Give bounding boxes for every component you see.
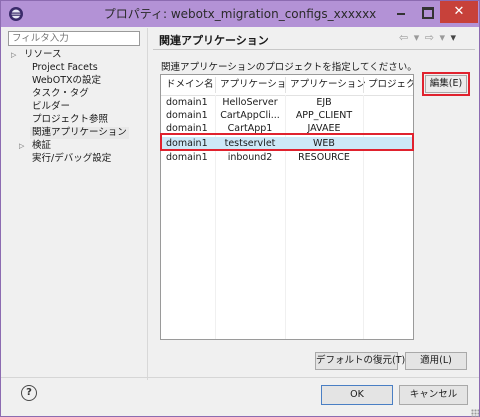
view-menu-icon[interactable]: ▾	[450, 31, 457, 44]
tree-item-project-references[interactable]: プロジェクト参照	[32, 114, 108, 126]
tree-item-label: Project Facets	[32, 62, 98, 73]
tree-item-webotx-settings[interactable]: WebOTXの設定	[32, 75, 101, 87]
column-header-project[interactable]: プロジェク...	[368, 75, 413, 95]
cell-application: CartAppCli...	[220, 110, 280, 121]
cell-domain: domain1	[166, 110, 208, 121]
cell-application-type: EJB	[316, 97, 332, 108]
selected-row-highlight-box	[160, 133, 414, 151]
tree-item-validation[interactable]: ▷ 検証	[19, 140, 52, 152]
table-row[interactable]: domain1 HelloServer EJB	[161, 96, 413, 109]
cell-domain: domain1	[166, 97, 208, 108]
cell-project	[368, 96, 412, 109]
back-forward-icon[interactable]: ⇦ ▾ ⇨ ▾	[399, 31, 446, 44]
related-applications-table[interactable]: ドメイン名 アプリケーショ... アプリケーションタ... プロジェク... d…	[160, 74, 414, 340]
cell-application: HelloServer	[222, 97, 278, 108]
column-divider[interactable]	[285, 77, 286, 93]
cell-application-type: APP_CLIENT	[295, 110, 353, 121]
expand-arrow-icon[interactable]: ▷	[11, 49, 16, 61]
tree-item-run-debug-settings[interactable]: 実行/デバッグ設定	[32, 153, 111, 165]
expand-arrow-icon[interactable]: ▷	[19, 140, 24, 152]
column-header-domain[interactable]: ドメイン名	[166, 75, 214, 95]
tree-item-project-facets[interactable]: Project Facets	[32, 62, 98, 74]
table-row[interactable]: domain1 CartAppCli... APP_CLIENT	[161, 109, 413, 122]
sash-divider[interactable]	[147, 28, 148, 380]
column-divider[interactable]	[215, 77, 216, 93]
apply-button[interactable]: 適用(L)	[405, 352, 467, 370]
page-nav-arrows[interactable]: ⇦ ▾ ⇨ ▾ ▾	[399, 31, 457, 44]
help-icon[interactable]: ?	[21, 385, 37, 401]
tree-item-label: プロジェクト参照	[32, 114, 109, 125]
title-bar[interactable]: プロパティ: webotx_migration_configs_xxxxxx ✕	[1, 1, 479, 27]
tree-item-label: 関連アプリケーション	[32, 127, 127, 138]
ok-button[interactable]: OK	[321, 385, 393, 405]
resize-grip-icon[interactable]	[471, 409, 479, 417]
column-header-application[interactable]: アプリケーショ...	[220, 75, 286, 95]
minimize-button[interactable]	[388, 1, 414, 23]
tree-item-label: 実行/デバッグ設定	[32, 153, 112, 164]
tree-item-related-applications[interactable]: 関連アプリケーション	[30, 127, 129, 139]
cell-project	[368, 109, 412, 122]
properties-dialog: プロパティ: webotx_migration_configs_xxxxxx ✕…	[0, 0, 480, 417]
maximize-button[interactable]	[414, 1, 440, 23]
cell-application: inbound2	[227, 152, 273, 163]
tree-item-label: WebOTXの設定	[32, 75, 102, 86]
filter-input[interactable]	[8, 31, 140, 46]
tree-item-label: ビルダー	[32, 101, 71, 112]
tree-item-label: 検証	[32, 140, 52, 151]
cell-project	[368, 151, 412, 164]
tree-item-resource[interactable]: ▷ リソース	[11, 49, 62, 61]
cancel-button[interactable]: キャンセル	[399, 385, 468, 405]
tree-item-task-tags[interactable]: タスク・タグ	[32, 88, 89, 100]
edit-button[interactable]: 編集(E)	[425, 75, 467, 93]
close-button[interactable]: ✕	[440, 1, 478, 23]
tree-item-label: リソース	[24, 49, 62, 60]
cell-domain: domain1	[166, 152, 208, 163]
column-header-application-type[interactable]: アプリケーションタ...	[290, 75, 366, 95]
close-icon: ✕	[453, 4, 465, 19]
page-title: 関連アプリケーション	[159, 34, 269, 47]
page-description: 関連アプリケーションのプロジェクトを指定してください。	[161, 62, 417, 73]
column-divider[interactable]	[363, 77, 364, 93]
tree-item-label: タスク・タグ	[32, 88, 89, 99]
table-header: ドメイン名 アプリケーショ... アプリケーションタ... プロジェク...	[161, 75, 413, 96]
table-row[interactable]: domain1 inbound2 RESOURCE	[161, 151, 413, 164]
restore-defaults-button[interactable]: デフォルトの復元(T)	[315, 352, 405, 370]
tree-item-builders[interactable]: ビルダー	[32, 101, 70, 113]
title-separator	[153, 49, 475, 50]
cell-application-type: RESOURCE	[298, 152, 350, 163]
footer-separator	[1, 377, 479, 378]
